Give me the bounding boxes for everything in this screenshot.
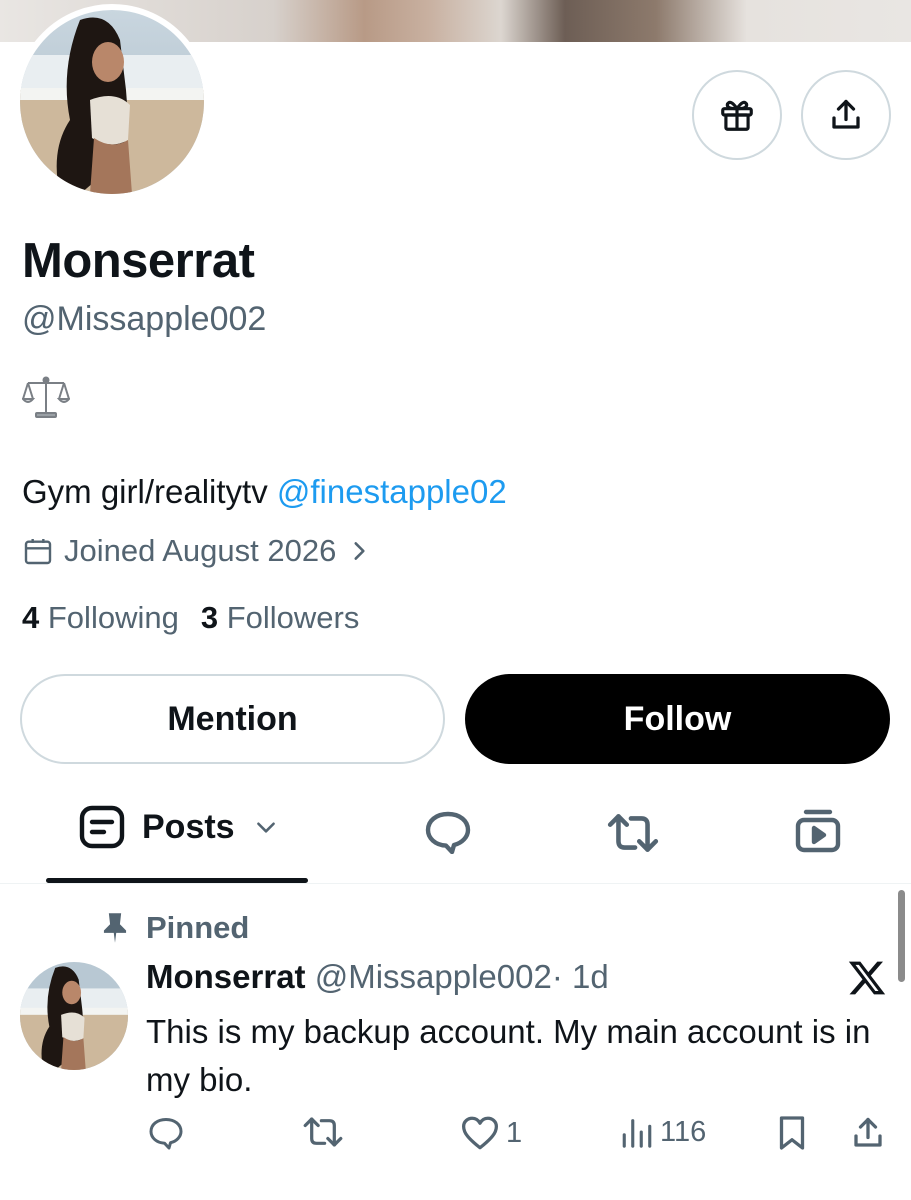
reposts-icon [607, 814, 659, 852]
profile-tabs: Posts [0, 790, 911, 884]
mention-button[interactable]: Mention [20, 674, 445, 764]
tab-posts[interactable]: Posts [78, 804, 279, 850]
following-label: Following [47, 600, 179, 635]
bio-text: Gym girl/realitytv [22, 473, 268, 510]
posts-icon [79, 805, 125, 849]
gift-button[interactable] [692, 70, 782, 160]
share-icon [832, 99, 860, 129]
share-profile-button[interactable] [801, 70, 891, 160]
post-header: Monserrat @Missapple002· 1d [146, 958, 609, 996]
post-time[interactable]: · 1d [552, 958, 609, 995]
active-tab-indicator [46, 878, 308, 883]
chevron-down-icon [256, 822, 275, 833]
tab-media[interactable] [794, 808, 842, 854]
bookmark-icon [779, 1116, 805, 1150]
post-author-avatar[interactable] [20, 962, 128, 1070]
tab-replies[interactable] [424, 810, 472, 854]
chevron-right-icon [354, 542, 365, 560]
followers-link[interactable]: 3 Followers [201, 600, 360, 635]
x-logo-icon[interactable] [846, 958, 888, 998]
repost-icon [303, 1117, 343, 1147]
profile-bio: Gym girl/realitytv @finestapple02 [22, 473, 507, 511]
profile-avatar[interactable] [14, 4, 210, 200]
pinned-label: Pinned [146, 910, 250, 945]
tab-posts-label: Posts [142, 807, 235, 846]
views-button[interactable]: 116 [620, 1115, 706, 1149]
share-post-button[interactable] [850, 1115, 886, 1151]
following-link[interactable]: 4 Following [22, 600, 179, 635]
joined-date-row[interactable]: Joined August 2026 [22, 533, 382, 569]
like-count: 1 [506, 1116, 523, 1149]
views-icon [622, 1119, 652, 1148]
repost-button[interactable] [302, 1115, 350, 1149]
reply-icon [149, 1118, 183, 1150]
follow-stats: 4 Following 3 Followers [22, 600, 359, 636]
post-author-name[interactable]: Monserrat [146, 958, 306, 995]
bookmark-button[interactable] [775, 1115, 809, 1151]
view-count: 116 [660, 1115, 707, 1148]
profile-name: Monserrat [22, 234, 255, 288]
calendar-icon [24, 539, 52, 565]
like-button[interactable]: 1 [460, 1115, 522, 1151]
scrollbar[interactable] [898, 890, 905, 982]
follow-button[interactable]: Follow [465, 674, 890, 764]
joined-date: Joined August 2026 [64, 533, 337, 568]
gift-icon [721, 100, 753, 131]
tab-reposts[interactable] [606, 812, 660, 854]
heart-icon [462, 1116, 498, 1150]
post-author-handle[interactable]: @Missapple002 [315, 958, 552, 995]
profile-handle: @Missapple002 [22, 300, 267, 338]
balance-scale-icon [22, 376, 70, 418]
post-text: This is my backup account. My main accou… [146, 1013, 871, 1098]
replies-icon [425, 811, 471, 854]
followers-count: 3 [200, 600, 219, 635]
reply-button[interactable] [148, 1115, 190, 1151]
followers-label: Followers [226, 600, 360, 635]
pin-icon [103, 913, 127, 943]
share-icon [854, 1117, 882, 1147]
media-icon [795, 809, 841, 853]
following-count: 4 [22, 600, 40, 635]
bio-mention-link[interactable]: @finestapple02 [277, 473, 507, 510]
pinned-indicator: Pinned [102, 910, 249, 946]
